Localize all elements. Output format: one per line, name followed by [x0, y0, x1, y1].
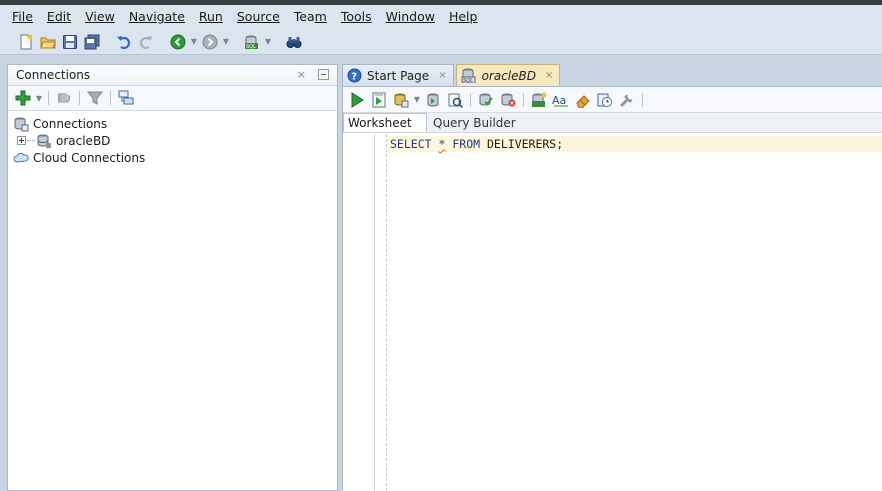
tab-label: Start Page [367, 68, 430, 83]
unshared-worksheet-icon[interactable] [616, 89, 638, 111]
menu-bar: File Edit View Navigate Run Source Team … [0, 5, 882, 29]
tree-node-connections[interactable]: Connections [13, 115, 337, 132]
redo-icon[interactable] [135, 31, 157, 53]
fold-margin [386, 134, 387, 491]
back-icon[interactable] [167, 31, 189, 53]
menu-navigate[interactable]: Navigate [122, 6, 192, 28]
sql-history-icon[interactable] [594, 89, 616, 111]
tab-query-builder[interactable]: Query Builder [427, 113, 522, 132]
connections-tree: Connections oracleBD Cloud Connections [8, 111, 337, 166]
tree-node-cloud-connections[interactable]: Cloud Connections [13, 149, 337, 166]
svg-text:SQL: SQL [463, 78, 473, 83]
help-icon: ? [347, 68, 362, 83]
connections-toolbar: ▼ [8, 86, 337, 111]
svg-text:SQL: SQL [246, 44, 256, 50]
menu-source[interactable]: Source [230, 6, 287, 28]
svg-text:Aa: Aa [552, 94, 566, 107]
sql-tuning-icon[interactable] [528, 89, 550, 111]
toolbar-separator [523, 92, 524, 107]
svg-text:?: ? [351, 72, 357, 83]
close-icon[interactable]: × [297, 68, 306, 81]
worksheet-subtabs: Worksheet Query Builder [343, 113, 882, 133]
back-dropdown-icon[interactable]: ▼ [189, 31, 199, 53]
binoculars-icon[interactable] [283, 31, 305, 53]
tree-connector [27, 140, 35, 141]
connections-panel: Connections × ▼ Connections oracleBD Clo… [7, 64, 338, 491]
sql-connection-icon[interactable]: SQL [241, 31, 263, 53]
minimize-icon[interactable] [318, 69, 329, 80]
menu-file[interactable]: File [5, 6, 40, 28]
tab-worksheet[interactable]: Worksheet [343, 113, 427, 132]
toolbar-separator [79, 91, 80, 105]
add-connection-icon[interactable] [12, 87, 34, 109]
tree-node-label: Connections [33, 116, 108, 131]
filter-icon[interactable] [84, 87, 106, 109]
menu-tools[interactable]: Tools [334, 6, 379, 28]
commit-dropdown-icon[interactable]: ▼ [412, 89, 422, 111]
toolbar-separator [110, 91, 111, 105]
save-icon[interactable] [59, 31, 81, 53]
menu-window[interactable]: Window [379, 6, 442, 28]
run-script-icon[interactable] [368, 89, 390, 111]
toolbar-separator [642, 92, 643, 107]
cloud-icon [13, 152, 29, 163]
sql-worksheet-icon: SQL [461, 68, 477, 83]
schema-browser-icon[interactable] [115, 87, 137, 109]
tree-node-label: oracleBD [56, 133, 111, 148]
workspace: Connections × ▼ Connections oracleBD Clo… [0, 56, 882, 491]
change-case-icon[interactable]: Aa [550, 89, 572, 111]
refresh-icon[interactable] [53, 87, 75, 109]
sql-star-token: * [438, 137, 446, 151]
sql-dropdown-icon[interactable]: ▼ [263, 31, 273, 53]
tab-label: oracleBD [481, 68, 536, 83]
sql-editor-panel: ▼ Aa Worksheet Query Builder SELECT * FR… [342, 86, 882, 491]
commit-icon[interactable] [390, 89, 412, 111]
current-code-line[interactable]: SELECT * FROM DELIVERERS; [387, 136, 882, 152]
menu-team[interactable]: Team [287, 6, 334, 28]
forward-icon[interactable] [199, 31, 221, 53]
toolbar-separator [48, 91, 49, 105]
menu-edit[interactable]: Edit [40, 6, 78, 28]
worksheet-toolbar: ▼ Aa [343, 87, 882, 113]
menu-view[interactable]: View [78, 6, 122, 28]
forward-dropdown-icon[interactable]: ▼ [221, 31, 231, 53]
new-file-icon[interactable] [15, 31, 37, 53]
add-dropdown-icon[interactable]: ▼ [34, 87, 44, 109]
save-all-icon[interactable] [81, 31, 103, 53]
expand-icon[interactable] [17, 136, 26, 145]
autotrace-icon[interactable] [444, 89, 466, 111]
run-statement-icon[interactable] [346, 89, 368, 111]
commit-check-icon[interactable] [475, 89, 497, 111]
close-icon[interactable]: × [545, 70, 553, 81]
line-gutter [374, 134, 375, 491]
undo-icon[interactable] [113, 31, 135, 53]
tree-node-oraclebd[interactable]: oracleBD [13, 132, 337, 149]
menu-run[interactable]: Run [192, 6, 230, 28]
tree-node-label: Cloud Connections [33, 150, 146, 165]
menu-help[interactable]: Help [442, 6, 485, 28]
editor-tab-strip: ? Start Page × SQL oracleBD × [342, 64, 882, 86]
connections-panel-header: Connections × [8, 65, 337, 86]
sql-keyword-select: SELECT [390, 137, 432, 151]
rollback-icon[interactable] [497, 89, 519, 111]
open-folder-icon[interactable] [37, 31, 59, 53]
connections-icon [14, 117, 29, 131]
main-toolbar: ▼ ▼ SQL ▼ [0, 29, 882, 55]
panel-title: Connections [16, 68, 91, 82]
toolbar-separator [470, 92, 471, 107]
sql-table-name: DELIVERERS; [487, 137, 564, 151]
explain-plan-icon[interactable] [422, 89, 444, 111]
close-icon[interactable]: × [438, 70, 446, 81]
database-icon [37, 134, 51, 148]
tab-start-page[interactable]: ? Start Page × [342, 64, 454, 86]
sql-code-editor[interactable]: SELECT * FROM DELIVERERS; [343, 134, 882, 491]
tab-oraclebd[interactable]: SQL oracleBD × [455, 64, 561, 86]
clear-eraser-icon[interactable] [572, 89, 594, 111]
sql-keyword-from: FROM [452, 137, 481, 151]
